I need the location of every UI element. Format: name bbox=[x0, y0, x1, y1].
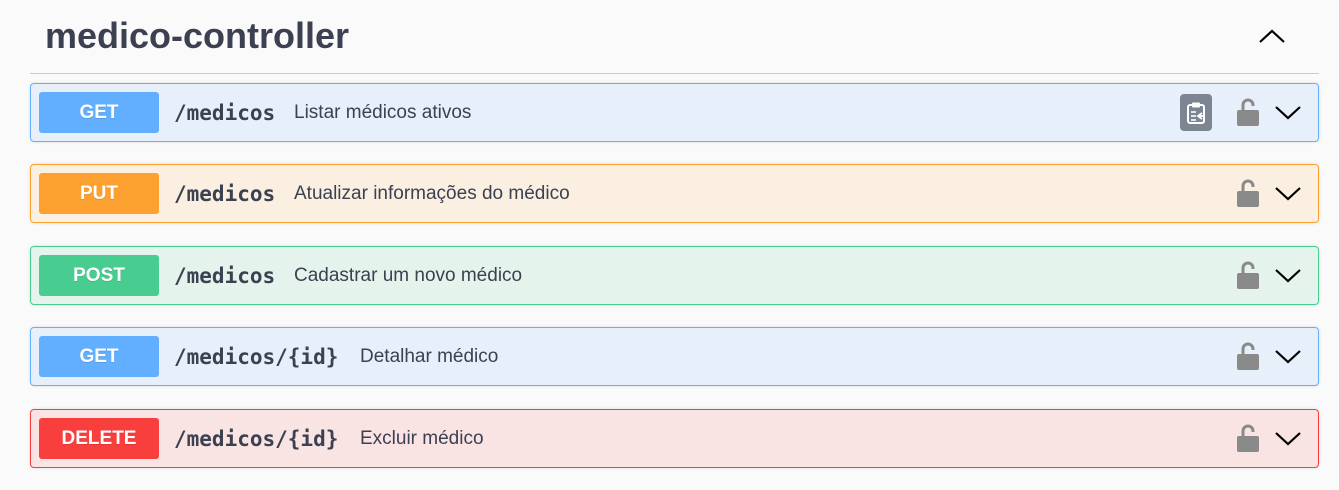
authorization-button[interactable] bbox=[1234, 259, 1262, 291]
operation-summary: Atualizar informações do médico bbox=[294, 183, 570, 204]
unlocked-padlock-icon bbox=[1237, 98, 1259, 126]
expand-operation-button[interactable] bbox=[1271, 179, 1305, 207]
expand-operation-button[interactable] bbox=[1271, 424, 1305, 452]
operation-path: /medicos/{id} bbox=[174, 427, 339, 451]
method-badge: PUT bbox=[39, 173, 159, 214]
operation-path: /medicos/{id} bbox=[174, 345, 339, 369]
chevron-down-icon bbox=[1275, 269, 1301, 283]
operation-path: /medicos bbox=[174, 264, 276, 288]
authorization-button[interactable] bbox=[1234, 96, 1262, 128]
expand-operation-button[interactable] bbox=[1271, 342, 1305, 370]
authorization-button[interactable] bbox=[1234, 422, 1262, 454]
operation-summary: Excluir médico bbox=[360, 428, 484, 449]
unlocked-padlock-icon bbox=[1237, 424, 1259, 452]
unlocked-padlock-icon bbox=[1237, 342, 1259, 370]
chevron-down-icon bbox=[1275, 187, 1301, 201]
operation-delete-medicos-id[interactable]: DELETE /medicos/{id} Excluir médico bbox=[30, 409, 1319, 468]
method-badge: DELETE bbox=[39, 418, 159, 459]
operation-path: /medicos bbox=[174, 101, 276, 125]
expand-operation-button[interactable] bbox=[1271, 261, 1305, 289]
copy-operation-id-button[interactable] bbox=[1180, 94, 1212, 131]
collapse-button[interactable] bbox=[1255, 22, 1289, 50]
method-badge: GET bbox=[39, 92, 159, 133]
unlocked-padlock-icon bbox=[1237, 261, 1259, 289]
operation-summary: Listar médicos ativos bbox=[294, 102, 472, 123]
tag-section-header[interactable]: medico-controller bbox=[30, 0, 1319, 74]
expand-operation-button[interactable] bbox=[1271, 98, 1305, 126]
clipboard-copy-icon bbox=[1187, 102, 1205, 124]
tag-title: medico-controller bbox=[45, 15, 350, 56]
chevron-down-icon bbox=[1275, 350, 1301, 364]
chevron-up-icon bbox=[1259, 29, 1285, 43]
method-badge: POST bbox=[39, 255, 159, 296]
operation-get-medicos[interactable]: GET /medicos Listar médicos ativos bbox=[30, 83, 1319, 142]
chevron-down-icon bbox=[1275, 432, 1301, 446]
operation-summary: Cadastrar um novo médico bbox=[294, 265, 523, 286]
authorization-button[interactable] bbox=[1234, 340, 1262, 372]
operation-get-medicos-id[interactable]: GET /medicos/{id} Detalhar médico bbox=[30, 327, 1319, 386]
unlocked-padlock-icon bbox=[1237, 179, 1259, 207]
chevron-down-icon bbox=[1275, 106, 1301, 120]
method-badge: GET bbox=[39, 336, 159, 377]
authorization-button[interactable] bbox=[1234, 177, 1262, 209]
operation-post-medicos[interactable]: POST /medicos Cadastrar um novo médico bbox=[30, 246, 1319, 305]
operation-path: /medicos bbox=[174, 182, 276, 206]
operation-summary: Detalhar médico bbox=[360, 346, 499, 367]
operation-put-medicos[interactable]: PUT /medicos Atualizar informações do mé… bbox=[30, 164, 1319, 223]
